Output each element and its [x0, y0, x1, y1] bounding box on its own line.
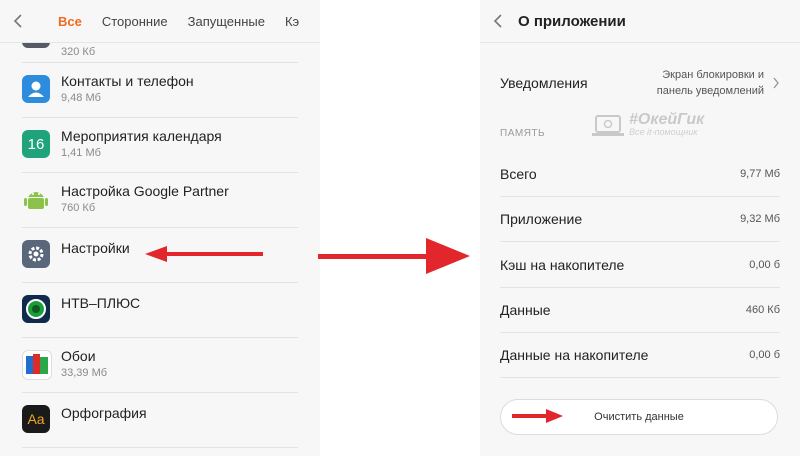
notifications-row[interactable]: Уведомления Экран блокировки и панель ув…	[500, 60, 780, 106]
chevron-left-icon	[493, 14, 502, 28]
watermark: #ОкейГик Все it-помощник	[591, 112, 704, 138]
back-button[interactable]	[480, 0, 516, 42]
header: О приложении	[480, 0, 800, 43]
memory-row-total: Всего 9,77 Мб	[500, 166, 780, 182]
tab-cache[interactable]: Кэ	[275, 0, 309, 42]
ntv-icon	[22, 295, 50, 323]
section-memory: ПАМЯТЬ	[500, 128, 546, 139]
settings-gear-icon	[22, 240, 50, 268]
app-list-screen: 320 Кб Контакты и телефон 9,48 Мб 16 Мер…	[0, 0, 320, 456]
tab-running[interactable]: Запущенные	[178, 0, 275, 42]
list-item-google-partner[interactable]: Настройка Google Partner 760 Кб	[0, 173, 320, 228]
tab-bar: Все Сторонние Запущенные Кэ	[0, 0, 320, 43]
pointer-arrow-right	[512, 409, 563, 423]
list-item-wallpapers[interactable]: Обои 33,39 Мб	[0, 338, 320, 393]
memory-row-data: Данные 460 Кб	[500, 302, 780, 318]
list-item-spelling[interactable]: Aa Орфография	[0, 393, 320, 448]
notifications-label: Уведомления	[500, 75, 588, 91]
wallpaper-icon	[22, 350, 52, 380]
calendar-icon: 16	[22, 130, 50, 158]
chevron-left-icon	[13, 14, 22, 28]
list-item-ntv-plus[interactable]: НТВ–ПЛЮС	[0, 283, 320, 338]
page-title: О приложении	[518, 12, 626, 30]
tab-all[interactable]: Все	[36, 0, 92, 42]
notifications-value: Экран блокировки и панель уведомлений	[656, 69, 764, 97]
app-info-screen: О приложении Уведомления Экран блокировк…	[480, 0, 800, 456]
laptop-icon	[592, 115, 624, 136]
tab-third-party[interactable]: Сторонние	[92, 0, 178, 42]
transition-arrow	[318, 238, 470, 274]
back-button[interactable]	[0, 0, 36, 42]
android-icon	[22, 185, 50, 213]
list-item-calendar[interactable]: 16 Мероприятия календаря 1,41 Мб	[0, 118, 320, 173]
chevron-right-icon	[773, 77, 779, 89]
memory-row-cache: Кэш на накопителе 0,00 б	[500, 257, 780, 273]
pointer-arrow-left	[145, 246, 263, 262]
memory-row-app: Приложение 9,32 Мб	[500, 211, 780, 227]
memory-row-data-storage: Данные на накопителе 0,00 б	[500, 347, 780, 363]
contacts-icon	[22, 75, 50, 103]
list-item-contacts[interactable]: Контакты и телефон 9,48 Мб	[0, 63, 320, 118]
spelling-icon: Aa	[22, 405, 50, 433]
